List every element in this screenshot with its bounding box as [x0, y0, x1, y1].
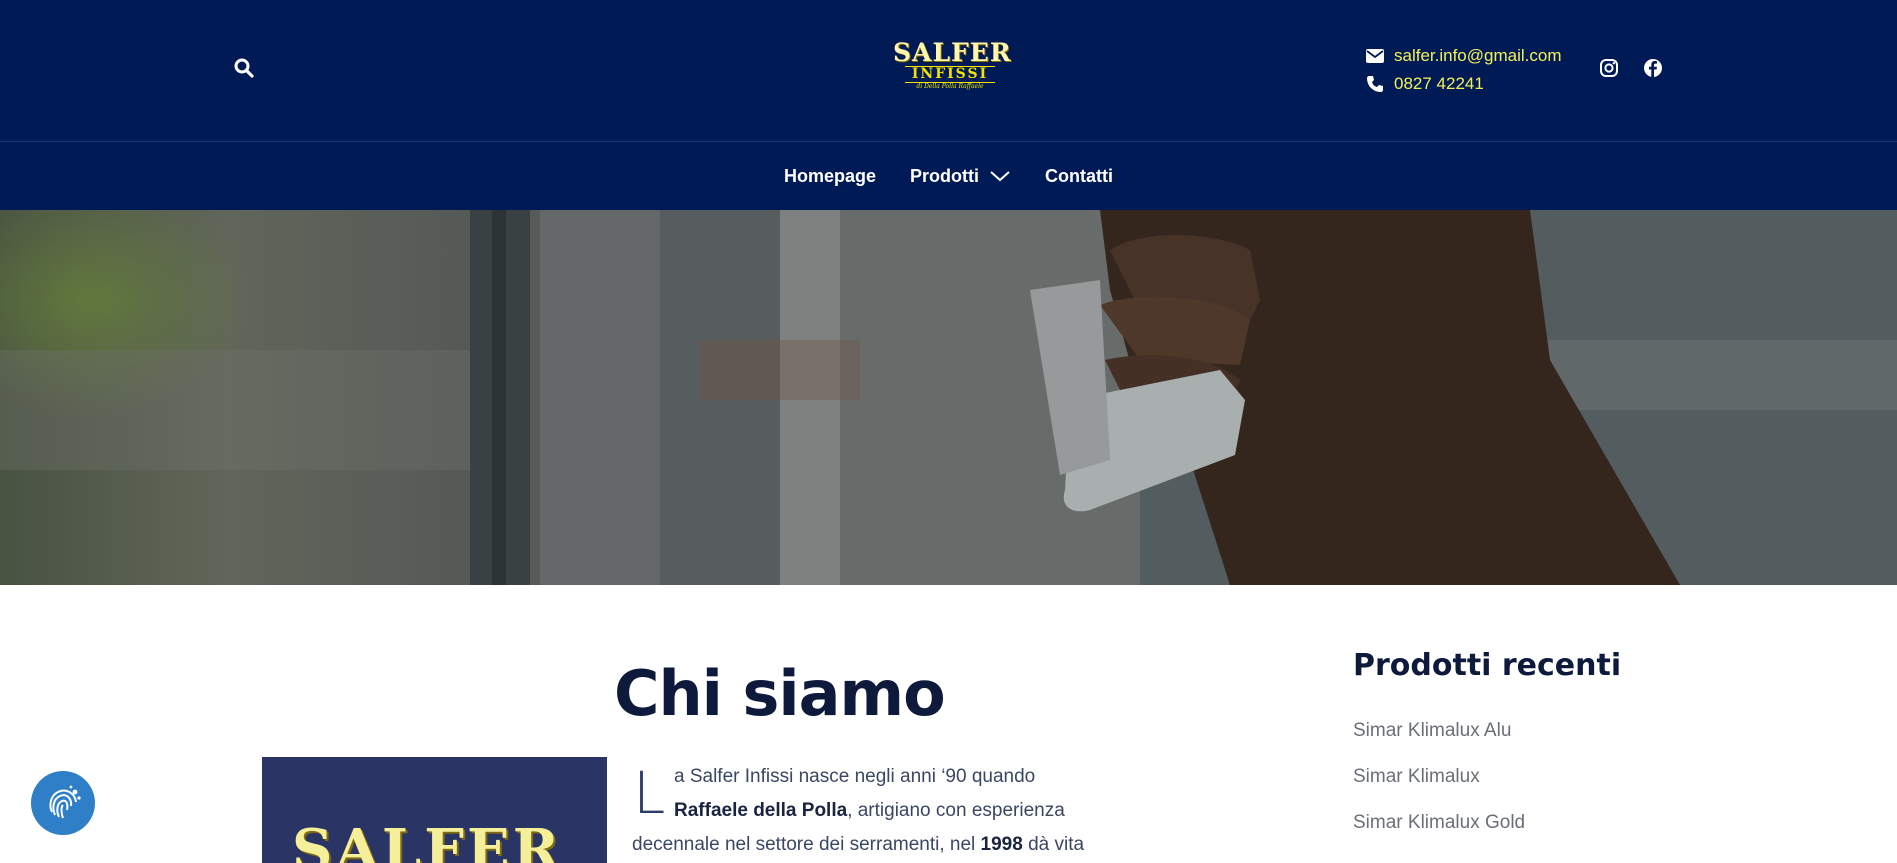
- nav-item-contatti[interactable]: Contatti: [1045, 166, 1113, 187]
- about-image-logo: SALFER: [292, 817, 563, 863]
- logo-subtitle: di Della Polla Raffaele: [916, 83, 984, 90]
- chevron-down-icon: [990, 171, 1010, 182]
- envelope-icon: [1366, 49, 1384, 63]
- recent-products-list: Simar Klimalux Alu Simar Klimalux Simar …: [1353, 716, 1525, 854]
- header-bar: SALFER INFISSI di Della Polla Raffaele s…: [0, 0, 1897, 142]
- nav-item-prodotti[interactable]: Prodotti: [910, 166, 1011, 187]
- sidebar-title: Prodotti recenti: [1353, 648, 1622, 683]
- para-line-3: decennale nel settore dei serramenti, ne…: [632, 834, 1084, 855]
- site-logo[interactable]: SALFER INFISSI di Della Polla Raffaele: [893, 38, 1012, 92]
- phone-row[interactable]: 0827 42241: [1366, 70, 1562, 98]
- nav-label: Contatti: [1045, 165, 1113, 186]
- facebook-icon[interactable]: [1643, 58, 1665, 80]
- nav-label: Homepage: [783, 165, 877, 186]
- main-nav: Homepage Prodotti Contatti: [0, 142, 1897, 210]
- logo-line-salfer: SALFER: [893, 38, 1012, 67]
- para-text-3a: decennale nel settore dei serramenti, ne…: [632, 834, 981, 855]
- search-icon[interactable]: [234, 58, 256, 80]
- hero-image: [0, 210, 1897, 585]
- email-row[interactable]: salfer.info@gmail.com: [1366, 42, 1562, 70]
- about-image: SALFER: [262, 757, 607, 863]
- para-bold-year: 1998: [980, 834, 1023, 855]
- fingerprint-icon: [49, 785, 81, 819]
- logo-line-infissi: INFISSI: [905, 66, 995, 83]
- instagram-icon[interactable]: [1599, 58, 1621, 80]
- email-link[interactable]: salfer.info@gmail.com: [1394, 46, 1562, 66]
- nav-item-homepage[interactable]: Homepage: [784, 166, 876, 187]
- recent-product-link[interactable]: Simar Klimalux Alu: [1353, 716, 1525, 762]
- recent-product-link[interactable]: Simar Klimalux Gold: [1353, 808, 1525, 854]
- nav-label: Prodotti: [910, 165, 980, 186]
- contact-info: salfer.info@gmail.com 0827 42241: [1366, 42, 1562, 98]
- para-bold-name: Raffaele della Polla: [674, 800, 848, 821]
- para-line-2: Raffaele della Polla, artigiano con espe…: [632, 794, 1122, 828]
- accessibility-button[interactable]: [31, 771, 95, 835]
- about-paragraph: a Salfer Infissi nasce negli anni ‘90 qu…: [632, 760, 1122, 862]
- recent-product-link[interactable]: Simar Klimalux: [1353, 762, 1525, 808]
- para-text-3b: dà vita: [1022, 834, 1085, 855]
- phone-link[interactable]: 0827 42241: [1394, 74, 1484, 94]
- phone-icon: [1367, 76, 1383, 92]
- page-title: Chi siamo: [614, 657, 946, 730]
- para-line-1: a Salfer Infissi nasce negli anni ‘90 qu…: [674, 766, 1036, 787]
- para-text-2: , artigiano con esperienza: [847, 800, 1065, 821]
